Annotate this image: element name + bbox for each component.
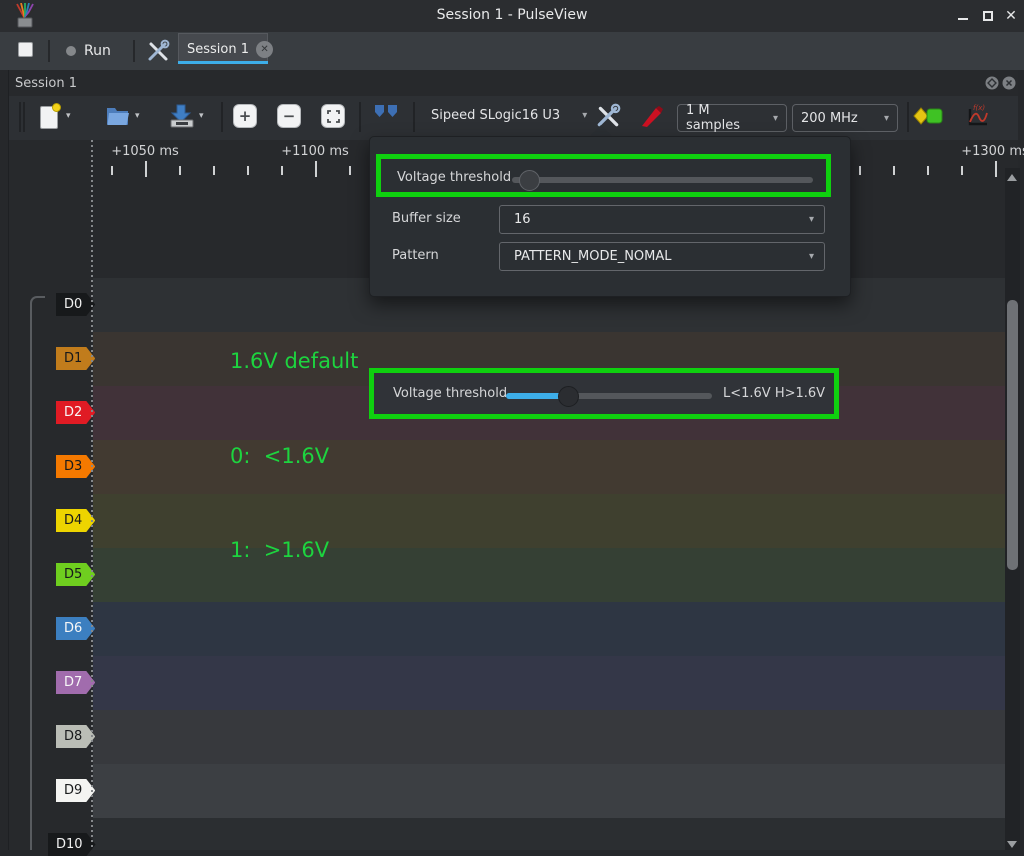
pattern-arrow: ▾ <box>809 251 814 262</box>
scrollbar-down-arrow[interactable] <box>1007 841 1017 848</box>
channel-flag-d2[interactable]: D2 <box>56 401 95 424</box>
channel-flag-d8[interactable]: D8 <box>56 725 95 748</box>
run-state-icon <box>66 46 76 56</box>
ruler-time-label: +1100 ms <box>281 144 349 159</box>
channel-flag-d0[interactable]: D0 <box>56 293 95 316</box>
ruler-major-tick <box>315 161 317 177</box>
channel-flag-d10[interactable]: D10 <box>48 833 96 856</box>
ruler-minor-tick <box>247 166 249 175</box>
tab-session-1[interactable]: Session 1 ✕ <box>178 33 268 64</box>
ruler-minor-tick <box>179 166 181 175</box>
tab-label: Session 1 <box>187 42 249 57</box>
ruler-minor-tick <box>859 166 861 175</box>
channel-flag-d3[interactable]: D3 <box>56 455 95 478</box>
separator <box>23 102 25 132</box>
ruler-minor-tick <box>927 166 929 175</box>
new-file-badge <box>52 103 61 112</box>
channel-flag-d7[interactable]: D7 <box>56 671 95 694</box>
device-config-popup: Voltage threshold Buffer size 16 ▾ Patte… <box>369 136 851 297</box>
buffer-size-label: Buffer size <box>392 211 461 226</box>
tab-close-icon[interactable]: ✕ <box>256 41 273 58</box>
session-dock: Session 1 ▾ ▾ ▾ + <box>8 70 1018 850</box>
minimize-button[interactable] <box>955 9 971 23</box>
ruler-minor-tick <box>111 166 113 175</box>
annotation-line-1: 1.6V default <box>230 346 358 378</box>
maximize-button[interactable] <box>980 9 996 23</box>
slider-fill <box>506 393 564 399</box>
slider-handle[interactable] <box>519 170 540 191</box>
close-button[interactable]: ✕ <box>1003 9 1019 23</box>
pattern-value: PATTERN_MODE_NOMAL <box>514 249 672 264</box>
ruler-major-tick <box>145 161 147 177</box>
new-session-button[interactable] <box>18 42 33 57</box>
voltage-threshold-highlight-popup: Voltage threshold <box>376 154 831 197</box>
new-file-button[interactable] <box>37 104 61 130</box>
scrollbar-up-arrow[interactable] <box>1007 174 1017 181</box>
pattern-label: Pattern <box>392 248 439 263</box>
title-bar: Session 1 - PulseView ✕ <box>0 0 1024 32</box>
ruler-minor-tick <box>349 166 351 175</box>
trace-row-d10 <box>93 818 1005 850</box>
voltage-threshold-highlight: Voltage threshold L<1.6V H>1.6V <box>369 368 839 419</box>
pattern-select[interactable]: PATTERN_MODE_NOMAL ▾ <box>499 242 825 271</box>
dock-title: Session 1 <box>15 76 77 91</box>
trace-row-d9 <box>93 764 1005 818</box>
trace-row-d7 <box>93 656 1005 710</box>
ruler-minor-tick <box>213 166 215 175</box>
channel-group-bracket[interactable] <box>30 296 45 850</box>
separator <box>19 102 21 132</box>
channel-flag-d4[interactable]: D4 <box>56 509 95 532</box>
channel-flag-d1[interactable]: D1 <box>56 347 95 370</box>
buffer-size-select[interactable]: 16 ▾ <box>499 205 825 234</box>
buffer-size-value: 16 <box>514 212 531 227</box>
ruler-time-label: +1050 ms <box>111 144 179 159</box>
window-title: Session 1 - PulseView <box>0 7 1024 23</box>
ruler-minor-tick <box>281 166 283 175</box>
annotation-line-3: 1: >1.6V <box>230 535 358 567</box>
settings-wrench-icon[interactable] <box>146 39 170 63</box>
voltage-threshold-label: Voltage threshold <box>397 170 511 185</box>
annotation-line-2: 0: <1.6V <box>230 441 358 473</box>
ruler-time-label: +1300 ms <box>961 144 1024 159</box>
channel-flag-d6[interactable]: D6 <box>56 617 95 640</box>
voltage-threshold-label: Voltage threshold <box>393 386 507 401</box>
buffer-size-arrow: ▾ <box>809 214 814 225</box>
header-trace-divider <box>91 140 93 850</box>
new-file-dropdown-arrow[interactable]: ▾ <box>66 111 71 121</box>
run-button[interactable]: Run <box>60 38 117 64</box>
channel-flag-d5[interactable]: D5 <box>56 563 95 586</box>
threshold-range-text: L<1.6V H>1.6V <box>723 386 825 401</box>
ruler-minor-tick <box>961 166 963 175</box>
slider-handle[interactable] <box>558 386 579 407</box>
separator <box>133 40 135 62</box>
run-button-label: Run <box>84 43 111 59</box>
channel-flag-d9[interactable]: D9 <box>56 779 95 802</box>
ruler-minor-tick <box>893 166 895 175</box>
separator <box>48 40 50 62</box>
tab-active-underline <box>178 61 268 64</box>
ruler-major-tick <box>995 161 997 177</box>
trace-row-d8 <box>93 710 1005 764</box>
vertical-scrollbar[interactable] <box>1005 168 1020 850</box>
scrollbar-thumb[interactable] <box>1007 300 1018 570</box>
voltage-threshold-slider[interactable] <box>512 177 813 183</box>
threshold-annotation-text: 1.6V default 0: <1.6V 1: >1.6V <box>230 283 358 630</box>
